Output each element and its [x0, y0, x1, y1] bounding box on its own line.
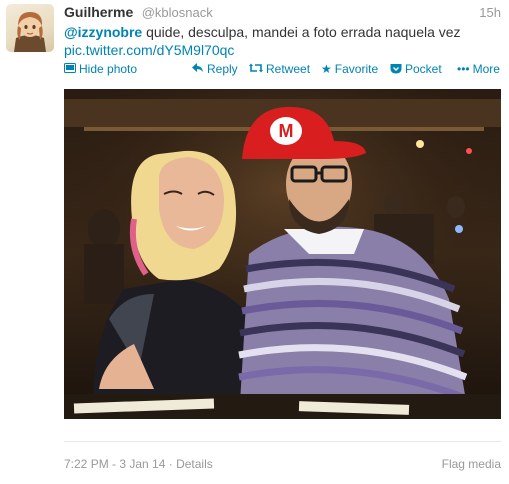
pocket-icon	[390, 63, 402, 76]
tweet: Guilherme @kblosnack 15h @izzynobre quid…	[0, 0, 509, 484]
footer-separator: ·	[168, 457, 173, 471]
retweet-label: Retweet	[266, 62, 311, 76]
more-icon: •••	[457, 62, 470, 76]
tweet-actions: Hide photo Reply Retweet ★ Favorite Pock…	[64, 62, 504, 78]
photo-icon	[64, 63, 76, 75]
reply-button[interactable]: Reply	[192, 62, 238, 76]
tweet-text: @izzynobre quide, desculpa, mandei a fot…	[64, 23, 504, 59]
hide-photo-label: Hide photo	[79, 62, 138, 76]
favorite-label: Favorite	[334, 62, 379, 76]
svg-text:M: M	[279, 121, 294, 141]
tweet-time[interactable]: 15h	[479, 5, 501, 20]
author-fullname[interactable]: Guilherme	[64, 4, 133, 20]
tweet-header: Guilherme @kblosnack 15h	[64, 4, 501, 22]
tweet-footer: 7:22 PM - 3 Jan 14 · Details Flag media	[64, 457, 501, 471]
mention-text: @izzynobre	[64, 24, 143, 40]
retweet-button[interactable]: Retweet	[249, 62, 310, 76]
tweet-timestamp[interactable]: 7:22 PM - 3 Jan 14	[64, 457, 165, 471]
retweet-icon	[249, 63, 263, 75]
footer-divider	[64, 441, 501, 442]
mention-link[interactable]: @izzynobre	[64, 24, 142, 40]
avatar[interactable]	[6, 4, 54, 52]
reply-icon	[192, 63, 204, 75]
hide-photo-button[interactable]: Hide photo	[64, 62, 137, 76]
pocket-label: Pocket	[405, 62, 442, 76]
author-username[interactable]: @kblosnack	[142, 5, 213, 20]
details-link[interactable]: Details	[176, 457, 213, 471]
flag-media-link[interactable]: Flag media	[442, 457, 501, 471]
more-button[interactable]: ••• More	[457, 62, 500, 76]
more-label: More	[472, 62, 500, 76]
reply-label: Reply	[207, 62, 238, 76]
tweet-photo[interactable]: M	[64, 89, 501, 419]
star-icon: ★	[321, 62, 332, 76]
tweet-body: quide, desculpa, mandei a foto errada na…	[146, 24, 461, 40]
media-link[interactable]: pic.twitter.com/dY5M9l70qc	[64, 42, 234, 58]
pocket-button[interactable]: Pocket	[390, 62, 442, 76]
favorite-button[interactable]: ★ Favorite	[321, 62, 378, 76]
